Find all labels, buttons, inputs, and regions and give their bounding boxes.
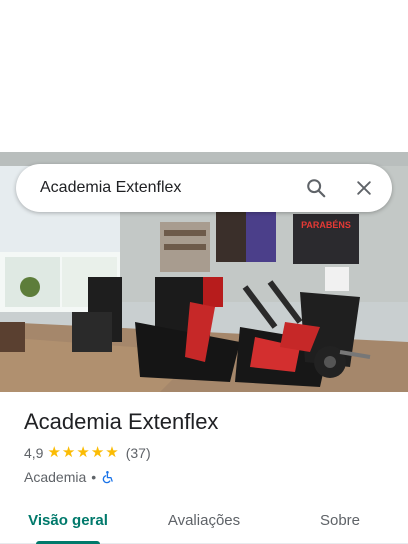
place-tabs: Visão geral Avaliações Sobre bbox=[0, 496, 408, 544]
tab-overview[interactable]: Visão geral bbox=[0, 496, 136, 544]
close-icon bbox=[357, 181, 371, 195]
rating-stars: ★ ★ ★ ★ ★ bbox=[47, 445, 119, 461]
star-icon: ★ bbox=[61, 444, 76, 461]
tab-about[interactable]: Sobre bbox=[272, 496, 408, 544]
star-icon: ★ bbox=[76, 444, 90, 461]
star-icon: ★ bbox=[105, 444, 119, 461]
wheelchair-icon bbox=[102, 471, 113, 484]
star-icon: ★ bbox=[47, 444, 61, 461]
search-input[interactable]: Academia Extenflex bbox=[16, 179, 292, 197]
search-icon bbox=[307, 179, 326, 198]
search-button[interactable] bbox=[292, 164, 340, 212]
place-info: Academia Extenflex 4,9 ★ ★ ★ ★ ★ (37) Ac… bbox=[24, 408, 394, 486]
rating-row[interactable]: 4,9 ★ ★ ★ ★ ★ (37) bbox=[24, 444, 394, 462]
place-title: Academia Extenflex bbox=[24, 409, 219, 434]
place-category: Academia bbox=[24, 469, 87, 485]
separator-dot: • bbox=[91, 469, 97, 485]
review-count: (37) bbox=[125, 445, 151, 461]
star-icon: ★ bbox=[90, 444, 105, 461]
category-row: Academia • bbox=[24, 468, 394, 486]
tab-reviews[interactable]: Avaliações bbox=[136, 496, 272, 544]
poster-text: PARABÉNS bbox=[301, 220, 351, 230]
search-bar[interactable]: Academia Extenflex bbox=[16, 164, 392, 212]
rating-score: 4,9 bbox=[24, 445, 44, 461]
close-button[interactable] bbox=[340, 164, 388, 212]
